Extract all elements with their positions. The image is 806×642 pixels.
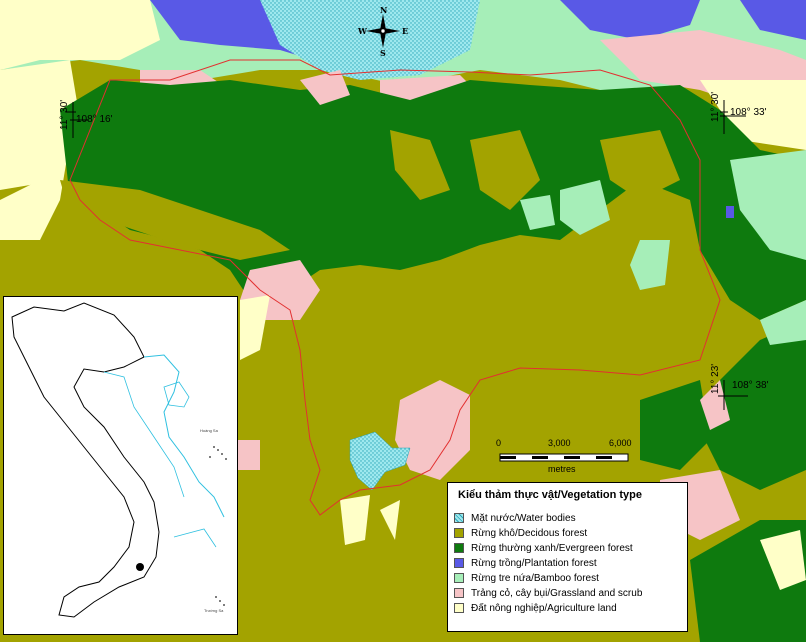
compass-w-label: W [357,26,368,36]
scale-tick-3000: 3,000 [548,438,571,448]
se-latitude-label: 11° 23' [710,363,721,394]
evergreen-swatch [454,543,464,553]
legend-label-grassland: Trảng cỏ, cây bụi/Grassland and scrub [471,587,643,599]
grassland-swatch [454,588,464,598]
legend-item-grassland: Trảng cỏ, cây bụi/Grassland and scrub [454,587,642,599]
legend-label-deciduous: Rừng khô/Decidous forest [471,527,588,539]
agriculture-swatch [454,603,464,613]
legend-item-agriculture: Đất nông nghiệp/Agriculture land [454,602,617,614]
map-legend: Kiểu thảm thực vật/Vegetation type Mặt n… [447,482,688,632]
ne-longitude-label: 108° 33' [730,107,767,118]
bamboo-swatch [454,573,464,583]
scale-tick-0: 0 [496,438,502,448]
ne-latitude-label: 11° 30' [710,91,721,122]
inset-note-bottom: Trường Sa [204,608,224,613]
legend-label-agriculture: Đất nông nghiệp/Agriculture land [471,602,617,614]
compass-n-label: N [380,5,387,15]
legend-item-water: Mặt nước/Water bodies [454,512,576,524]
compass-s-label: S [380,48,386,58]
water-swatch [454,513,464,523]
legend-item-evergreen: Rừng thường xanh/Evergreen forest [454,542,633,554]
vietnam-inset-map: Hoàng Sa Trường Sa [3,296,238,635]
legend-label-bamboo: Rừng tre nứa/Bamboo forest [471,572,599,584]
nw-longitude-label: 108° 16' [76,114,113,125]
scale-tick-6000: 6,000 [609,438,632,448]
deciduous-swatch [454,528,464,538]
legend-label-water: Mặt nước/Water bodies [471,512,576,524]
inset-note-top: Hoàng Sa [200,428,218,433]
legend-label-evergreen: Rừng thường xanh/Evergreen forest [471,542,633,554]
legend-item-bamboo: Rừng tre nứa/Bamboo forest [454,572,599,584]
legend-item-plantation: Rừng trồng/Plantation forest [454,557,597,569]
legend-title: Kiểu thảm thực vật/Vegetation type [458,489,643,501]
nw-latitude-label: 11° 30' [59,99,70,130]
plantation-swatch [454,558,464,568]
vietnam-outline [11,302,227,618]
compass-e-label: E [402,26,408,36]
scale-unit: metres [548,464,576,474]
plantation-patch [726,206,734,218]
scale-bar [499,453,629,462]
legend-item-deciduous: Rừng khô/Decidous forest [454,527,587,539]
se-longitude-label: 108° 38' [732,380,769,391]
legend-label-plantation: Rừng trồng/Plantation forest [471,557,597,569]
